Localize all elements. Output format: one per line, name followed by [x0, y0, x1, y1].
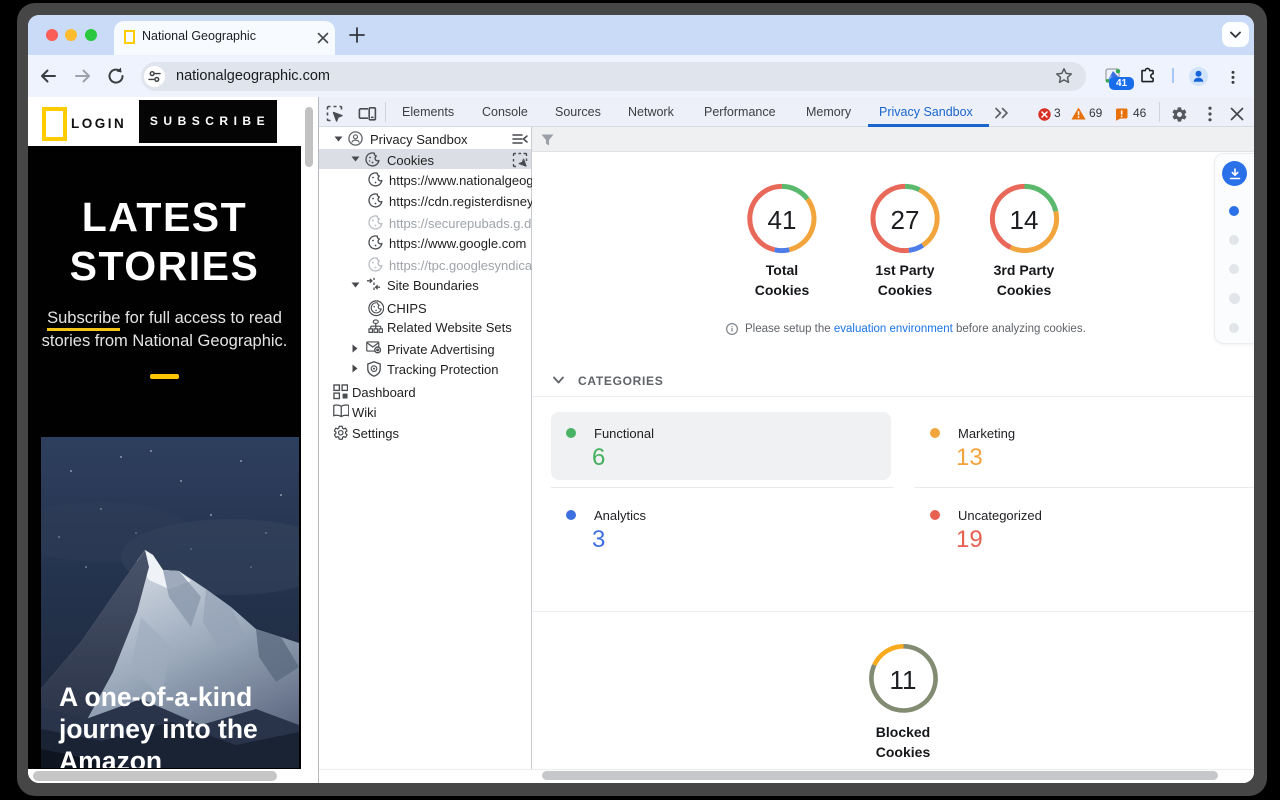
svg-text:Amazon: Amazon: [59, 746, 162, 768]
svg-text:journey into the: journey into the: [58, 714, 258, 744]
svg-text:A one-of-a-kind: A one-of-a-kind: [59, 682, 252, 712]
